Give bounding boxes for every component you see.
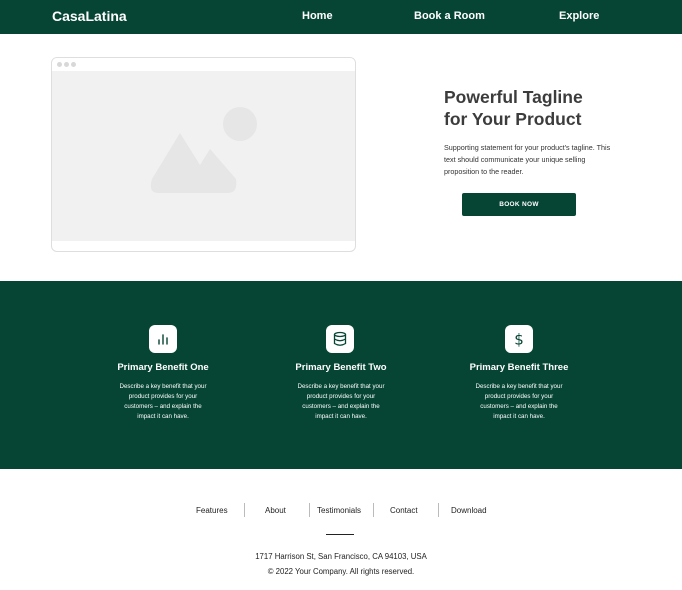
- footer-copyright: © 2022 Your Company. All rights reserved…: [267, 567, 415, 576]
- brand-logo[interactable]: CasaLatina: [52, 8, 127, 24]
- image-placeholder-icon: [150, 107, 257, 193]
- footer-separator: [244, 503, 245, 517]
- window-dot: [57, 62, 62, 67]
- dollar-icon: $: [505, 325, 533, 353]
- nav-link-home[interactable]: Home: [302, 10, 333, 22]
- footer-link-features[interactable]: Features: [196, 506, 228, 515]
- bar-chart-icon: [149, 325, 177, 353]
- hero-tagline: Powerful Tagline for Your Product: [444, 86, 644, 130]
- benefit-description: Describe a key benefit that your product…: [119, 383, 207, 420]
- footer-link-download[interactable]: Download: [451, 506, 487, 515]
- book-now-button[interactable]: BOOK NOW: [462, 193, 576, 216]
- footer-divider: [326, 534, 354, 535]
- footer-link-contact[interactable]: Contact: [390, 506, 418, 515]
- window-dot: [64, 62, 69, 67]
- benefit-title: Primary Benefit One: [117, 362, 209, 373]
- footer-separator: [373, 503, 374, 517]
- nav-link-book-a-room[interactable]: Book a Room: [414, 10, 485, 22]
- footer-separator: [309, 503, 310, 517]
- benefit-description: Describe a key benefit that your product…: [297, 383, 385, 420]
- image-canvas: [52, 71, 355, 241]
- nav-link-explore[interactable]: Explore: [559, 10, 599, 22]
- benefit-title: Primary Benefit Three: [469, 362, 569, 373]
- tagline-line-1: Powerful Tagline: [444, 87, 583, 107]
- benefit-description: Describe a key benefit that your product…: [475, 383, 563, 420]
- top-nav: CasaLatina Home Book a Room Explore: [0, 0, 682, 34]
- svg-text:$: $: [514, 331, 524, 349]
- window-dot: [71, 62, 76, 67]
- database-icon: [326, 325, 354, 353]
- footer-link-testimonials[interactable]: Testimonials: [317, 506, 361, 515]
- hero-image-placeholder: [51, 57, 356, 252]
- footer-separator: [438, 503, 439, 517]
- tagline-line-2: for Your Product: [444, 109, 582, 129]
- benefit-title: Primary Benefit Two: [295, 362, 387, 373]
- footer-link-about[interactable]: About: [265, 506, 286, 515]
- hero-supporting-text: Supporting statement for your product's …: [444, 143, 611, 176]
- window-bar: [52, 58, 355, 71]
- footer-address: 1717 Harrison St, San Francisco, CA 9410…: [255, 552, 427, 561]
- benefits-section: Primary Benefit One Describe a key benef…: [0, 281, 682, 469]
